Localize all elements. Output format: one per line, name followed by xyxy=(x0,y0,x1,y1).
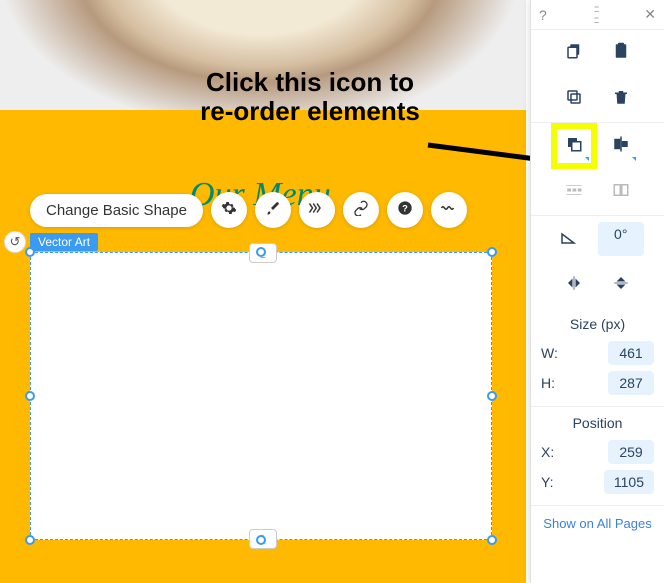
distribute-match-row xyxy=(531,169,664,215)
match-size-button[interactable] xyxy=(604,175,638,209)
dropdown-indicator xyxy=(585,157,589,161)
delete-button[interactable] xyxy=(604,82,638,116)
settings-button[interactable] xyxy=(211,192,247,228)
rotation-row: 0° xyxy=(531,216,664,262)
tutorial-annotation: Click this icon to re-order elements xyxy=(150,68,470,125)
paste-button[interactable] xyxy=(604,36,638,70)
arrange-button[interactable] xyxy=(557,129,591,163)
flip-h-icon xyxy=(565,274,583,297)
resize-handle-t[interactable] xyxy=(256,247,266,257)
element-floating-toolbar: Change Basic Shape ? xyxy=(30,192,467,228)
align-button[interactable] xyxy=(604,129,638,163)
gear-icon xyxy=(221,200,237,221)
resize-handle-br[interactable] xyxy=(487,535,497,545)
flip-horizontal-button[interactable] xyxy=(557,268,591,302)
change-shape-button[interactable]: Change Basic Shape xyxy=(30,194,203,227)
resize-handle-tl[interactable] xyxy=(25,247,35,257)
arrange-align-row xyxy=(531,123,664,169)
distribute-icon xyxy=(565,181,583,204)
flip-v-icon xyxy=(612,274,630,297)
duplicate-delete-row xyxy=(531,76,664,122)
paste-icon xyxy=(612,42,630,65)
flip-vertical-button[interactable] xyxy=(604,268,638,302)
width-input[interactable]: 461 xyxy=(608,341,654,365)
rotate-button[interactable] xyxy=(551,222,585,256)
question-icon: ? xyxy=(397,200,413,221)
show-on-all-pages-button[interactable]: Show on All Pages xyxy=(531,506,664,541)
animation-button[interactable] xyxy=(299,192,335,228)
more-button[interactable] xyxy=(431,192,467,228)
trash-icon xyxy=(612,88,630,111)
panel-close-button[interactable]: ✕ xyxy=(644,6,656,23)
rotation-input[interactable]: 0° xyxy=(598,222,644,256)
copy-icon xyxy=(565,42,583,65)
size-title: Size (px) xyxy=(541,316,654,332)
element-type-badge: Vector Art xyxy=(30,233,98,251)
panel-help-button[interactable]: ? xyxy=(539,7,547,23)
annotation-line-1: Click this icon to xyxy=(206,67,414,97)
copy-paste-row xyxy=(531,30,664,76)
link-button[interactable] xyxy=(343,192,379,228)
distribute-button[interactable] xyxy=(557,175,591,209)
x-label: X: xyxy=(541,444,565,460)
selected-element[interactable]: ⤓ ⤓ xyxy=(30,252,492,540)
layers-icon xyxy=(565,135,583,158)
height-label: H: xyxy=(541,375,565,391)
annotation-line-2: re-order elements xyxy=(200,96,420,126)
match-size-icon xyxy=(612,181,630,204)
animation-icon xyxy=(308,200,326,221)
dropdown-indicator xyxy=(632,157,636,161)
y-input[interactable]: 1105 xyxy=(604,470,654,494)
size-section: Size (px) W: 461 H: 287 xyxy=(531,308,664,407)
flip-row xyxy=(531,262,664,308)
position-section: Position X: 259 Y: 1105 xyxy=(531,407,664,506)
brush-icon xyxy=(265,200,281,221)
reset-button[interactable]: ↺ xyxy=(4,231,26,253)
resize-handle-tr[interactable] xyxy=(487,247,497,257)
width-label: W: xyxy=(541,345,565,361)
height-input[interactable]: 287 xyxy=(608,371,654,395)
help-button[interactable]: ? xyxy=(387,192,423,228)
undo-icon: ↺ xyxy=(10,234,21,250)
resize-handle-bl[interactable] xyxy=(25,535,35,545)
selection-badge-area: ↺ Vector Art xyxy=(4,231,98,253)
panel-drag-handle[interactable]: :::::::::: xyxy=(594,4,598,26)
resize-handle-l[interactable] xyxy=(25,391,35,401)
position-title: Position xyxy=(541,415,654,431)
align-icon xyxy=(612,135,630,158)
design-button[interactable] xyxy=(255,192,291,228)
angle-icon xyxy=(559,228,577,251)
svg-text:?: ? xyxy=(402,203,408,213)
x-input[interactable]: 259 xyxy=(608,440,654,464)
resize-handle-r[interactable] xyxy=(487,391,497,401)
y-label: Y: xyxy=(541,474,565,490)
duplicate-icon xyxy=(565,88,583,111)
squiggle-icon xyxy=(440,201,458,219)
duplicate-button[interactable] xyxy=(557,82,591,116)
properties-panel: ? :::::::::: ✕ 0° Size (px) xyxy=(530,0,664,583)
resize-handle-b[interactable] xyxy=(256,535,266,545)
copy-button[interactable] xyxy=(557,36,591,70)
link-icon xyxy=(353,200,369,221)
panel-header: ? :::::::::: ✕ xyxy=(531,0,664,30)
